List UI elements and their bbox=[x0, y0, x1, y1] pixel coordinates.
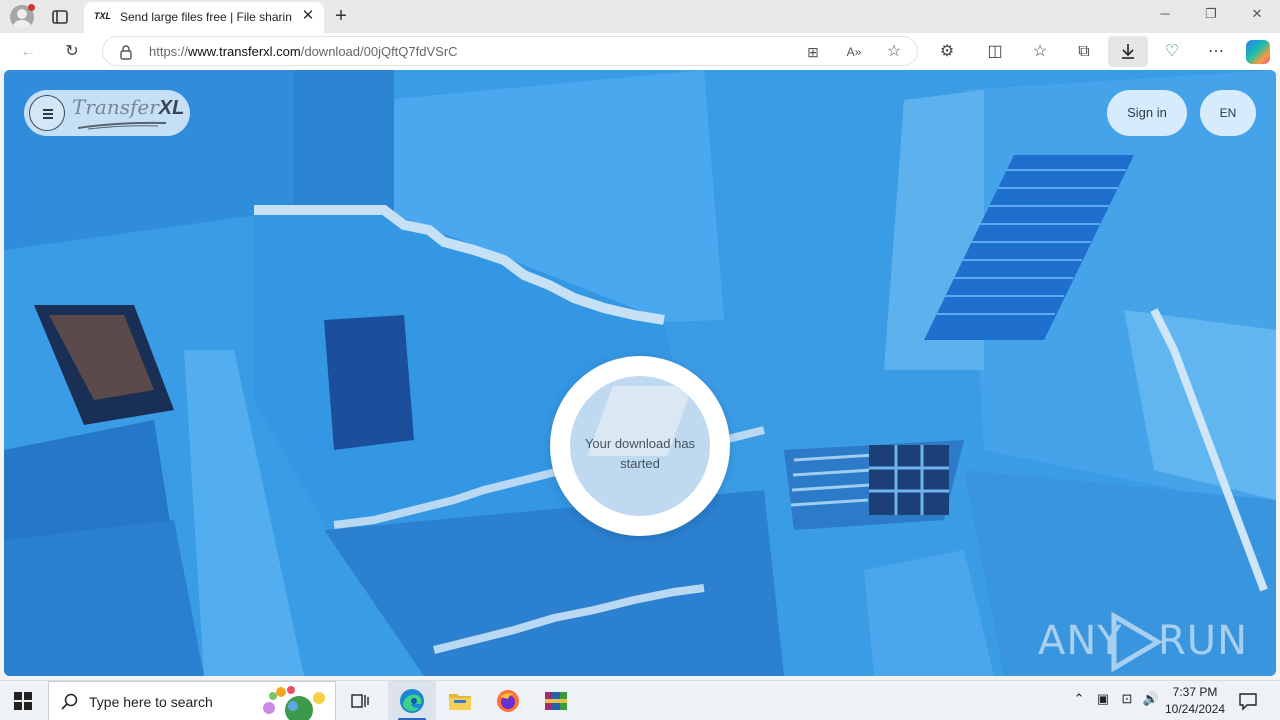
watermark-run: RUN bbox=[1158, 618, 1248, 664]
search-highlight-icon bbox=[263, 686, 325, 720]
app-available-icon[interactable]: ⊞ bbox=[803, 42, 823, 62]
back-icon[interactable]: ← bbox=[17, 41, 39, 63]
tab-transferxl[interactable]: TXL Send large files free | File sharing… bbox=[84, 2, 324, 33]
menu-hamburger-icon[interactable] bbox=[29, 95, 65, 131]
edge-icon bbox=[400, 689, 424, 713]
search-icon bbox=[61, 693, 78, 710]
meet-now-icon[interactable]: ▣ bbox=[1094, 691, 1112, 709]
tab-close-icon[interactable]: ✕ bbox=[300, 8, 316, 24]
logo-transfer: Transfer bbox=[72, 95, 159, 119]
address-bar[interactable]: https://www.transferxl.com/download/00jQ… bbox=[102, 36, 918, 66]
browser-titlebar: TXL Send large files free | File sharing… bbox=[0, 0, 1280, 33]
download-icon bbox=[1122, 44, 1134, 59]
browser-toolbar: ← ↻ https://www.transferxl.com/download/… bbox=[0, 33, 1280, 70]
show-hidden-icons-icon[interactable]: ⌃ bbox=[1070, 691, 1088, 709]
url-host: www.transferxl.com bbox=[188, 44, 301, 59]
taskbar-winrar[interactable] bbox=[532, 681, 580, 720]
task-view-button[interactable] bbox=[336, 681, 384, 720]
collections-icon[interactable]: ⧉ bbox=[1073, 41, 1095, 63]
winrar-icon bbox=[545, 692, 567, 710]
taskbar-firefox[interactable] bbox=[484, 681, 532, 720]
logo-swoosh-icon bbox=[78, 121, 166, 130]
network-icon[interactable]: ⊡ bbox=[1118, 691, 1136, 709]
windows-start-icon[interactable] bbox=[14, 692, 32, 710]
taskbar-file-explorer[interactable] bbox=[436, 681, 484, 720]
url-text[interactable]: https://www.transferxl.com/download/00jQ… bbox=[149, 44, 458, 59]
new-tab-icon[interactable]: + bbox=[330, 5, 352, 27]
browser-essentials-icon[interactable]: ♡ bbox=[1161, 41, 1183, 63]
favorite-star-icon[interactable]: ☆ bbox=[884, 42, 904, 62]
page-viewport: TransferXL Sign in EN Your download has … bbox=[4, 70, 1276, 676]
download-status-inner: Your download has started bbox=[570, 376, 710, 516]
logo-wordmark: TransferXL bbox=[72, 95, 184, 120]
favorites-icon[interactable]: ☆ bbox=[1029, 41, 1051, 63]
language-selector[interactable]: EN bbox=[1200, 90, 1256, 136]
tab-title: Send large files free | File sharing bbox=[120, 10, 292, 24]
download-status-circle: Your download has started bbox=[550, 356, 730, 536]
windows-taskbar: Type here to search ⌃ ▣ ⊡ 🔊 7:37 PM 10/2… bbox=[0, 680, 1280, 720]
close-window-icon[interactable]: ✕ bbox=[1246, 6, 1268, 26]
search-placeholder: Type here to search bbox=[89, 694, 213, 710]
anyrun-watermark: ANY RUN bbox=[1038, 610, 1247, 674]
clock-time: 7:37 PM bbox=[1172, 685, 1218, 699]
url-path: /download/00jQftQ7fdVSrC bbox=[300, 44, 458, 59]
downloads-button[interactable] bbox=[1108, 36, 1148, 67]
logo-xl: XL bbox=[158, 97, 185, 119]
taskbar-edge[interactable] bbox=[388, 681, 436, 720]
profile-notification-dot bbox=[28, 4, 35, 11]
minimize-icon[interactable]: ─ bbox=[1154, 6, 1176, 26]
transferxl-logo[interactable]: TransferXL bbox=[24, 90, 190, 136]
lock-icon[interactable] bbox=[119, 44, 133, 60]
url-prefix: https:// bbox=[149, 44, 189, 59]
volume-icon[interactable]: 🔊 bbox=[1142, 691, 1160, 709]
refresh-icon[interactable]: ↻ bbox=[61, 41, 83, 63]
tab-favicon: TXL bbox=[94, 11, 111, 21]
folder-icon bbox=[449, 694, 471, 710]
download-status-text: Your download has started bbox=[584, 436, 696, 471]
more-options-icon[interactable]: ⋯ bbox=[1205, 41, 1227, 63]
tab-actions-icon[interactable] bbox=[50, 7, 70, 27]
copilot-icon[interactable] bbox=[1246, 40, 1270, 64]
clock-date: 10/24/2024 bbox=[1164, 702, 1226, 716]
taskbar-clock[interactable]: 7:37 PM 10/24/2024 bbox=[1162, 684, 1228, 718]
watermark-play-icon bbox=[1111, 612, 1162, 672]
taskbar-search-box[interactable]: Type here to search bbox=[48, 681, 336, 720]
firefox-icon bbox=[497, 690, 519, 712]
sign-in-button[interactable]: Sign in bbox=[1107, 90, 1187, 136]
split-screen-icon[interactable]: ◫ bbox=[984, 41, 1006, 63]
notifications-icon[interactable] bbox=[1238, 691, 1258, 711]
task-view-icon bbox=[351, 694, 369, 708]
extensions-icon[interactable]: ⚙ bbox=[936, 41, 958, 63]
read-aloud-icon[interactable]: A» bbox=[844, 42, 864, 62]
restore-icon[interactable]: ❐ bbox=[1200, 6, 1222, 26]
